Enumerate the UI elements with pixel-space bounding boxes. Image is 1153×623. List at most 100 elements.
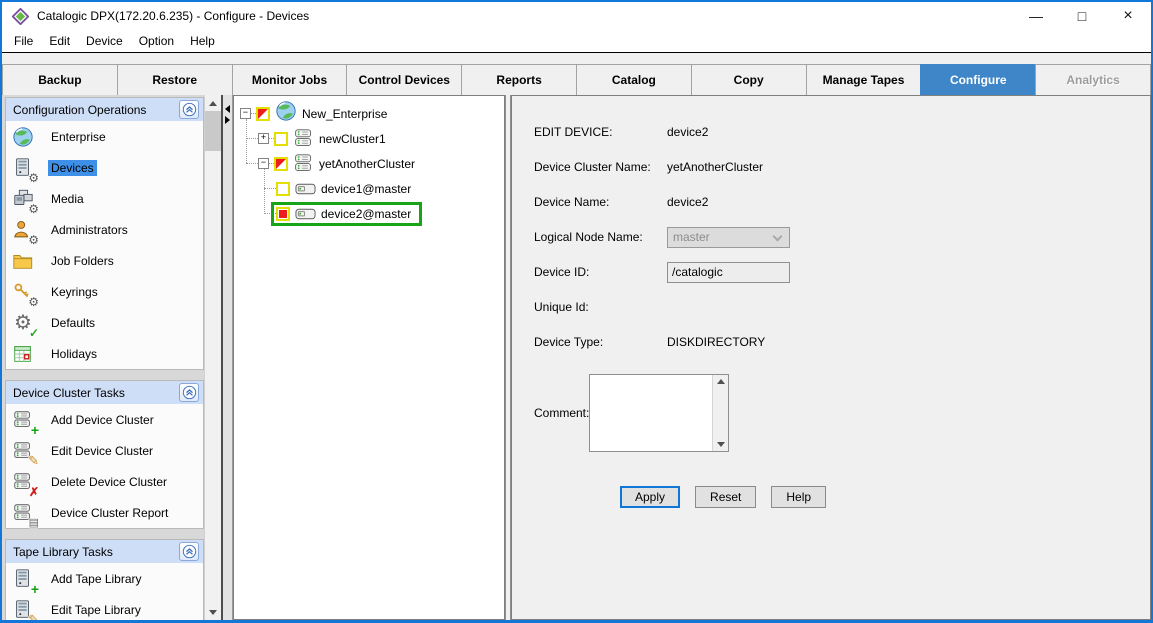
holidays-icon bbox=[14, 342, 40, 366]
close-button[interactable]: × bbox=[1105, 2, 1151, 30]
chevron-double-up-icon[interactable] bbox=[179, 542, 199, 561]
scroll-down-arrow-icon[interactable] bbox=[205, 604, 221, 620]
logical-node-name-select: master bbox=[667, 227, 790, 248]
chevron-double-up-icon[interactable] bbox=[179, 383, 199, 402]
scroll-up-arrow-icon[interactable] bbox=[205, 95, 221, 111]
sidebar-item-delete-device-cluster[interactable]: ✗Delete Device Cluster bbox=[6, 466, 203, 497]
tree-checkbox-partial[interactable] bbox=[256, 107, 270, 121]
sidebar-item-holidays[interactable]: Holidays bbox=[6, 338, 203, 369]
sidebar-item-enterprise[interactable]: Enterprise bbox=[6, 121, 203, 152]
form-title-label: EDIT DEVICE: bbox=[534, 125, 667, 139]
menu-edit[interactable]: Edit bbox=[41, 30, 78, 52]
tree-node-content: New_Enterprise bbox=[256, 100, 387, 127]
tree-row-newcluster1[interactable]: + newCluster1 bbox=[234, 126, 504, 151]
add-tape-library-icon: + bbox=[14, 567, 40, 591]
form-title-value: device2 bbox=[667, 125, 708, 139]
section-title: Configuration Operations bbox=[13, 103, 146, 117]
menu-file[interactable]: File bbox=[6, 30, 41, 52]
scroll-up-arrow-icon[interactable] bbox=[717, 379, 725, 384]
sidebar-section-device-cluster-tasks: Device Cluster Tasks+Add Device Cluster✎… bbox=[5, 380, 204, 529]
collapse-expander-icon[interactable]: − bbox=[258, 158, 269, 169]
job-folders-icon bbox=[14, 249, 40, 273]
tab-catalog[interactable]: Catalog bbox=[576, 64, 692, 95]
tree-checkbox-partial[interactable] bbox=[274, 157, 288, 171]
sidebar-item-label: Media bbox=[48, 191, 87, 207]
tree-node-content: device1@master bbox=[276, 182, 411, 196]
main-area: Configuration OperationsEnterprise⚙Devic… bbox=[2, 95, 1151, 620]
device-cluster-report-icon: ▤ bbox=[14, 501, 40, 525]
tab-copy[interactable]: Copy bbox=[691, 64, 807, 95]
sidebar-item-defaults[interactable]: ⚙✓Defaults bbox=[6, 307, 203, 338]
cluster-icon bbox=[293, 128, 314, 149]
window-controls: — □ × bbox=[1013, 2, 1151, 30]
section-title: Tape Library Tasks bbox=[13, 545, 113, 559]
tree-node-label[interactable]: newCluster1 bbox=[319, 132, 386, 146]
sidebar-item-label: Edit Device Cluster bbox=[48, 443, 156, 459]
comment-scrollbar[interactable] bbox=[712, 375, 728, 451]
sidebar-item-media[interactable]: ⚙Media bbox=[6, 183, 203, 214]
scroll-down-arrow-icon[interactable] bbox=[717, 442, 725, 447]
tree-checkbox-checked[interactable] bbox=[276, 207, 290, 221]
unique-id-label: Unique Id: bbox=[534, 300, 667, 314]
maximize-button[interactable]: □ bbox=[1059, 2, 1105, 30]
tree-node-label[interactable]: device1@master bbox=[321, 182, 411, 196]
scrollbar-track[interactable] bbox=[205, 111, 221, 604]
tab-analytics[interactable]: Analytics bbox=[1035, 64, 1151, 95]
sidebar-item-add-device-cluster[interactable]: +Add Device Cluster bbox=[6, 404, 203, 435]
help-button[interactable]: Help bbox=[771, 486, 826, 508]
sidebar-item-add-tape-library[interactable]: +Add Tape Library bbox=[6, 563, 203, 594]
device-icon bbox=[295, 183, 316, 195]
cluster-icon bbox=[293, 153, 314, 174]
section-header: Device Cluster Tasks bbox=[6, 381, 203, 404]
tree-row-yetanothercluster[interactable]: − yetAnotherCluster bbox=[234, 151, 504, 176]
device-name-value: device2 bbox=[667, 195, 708, 209]
chevron-double-up-icon[interactable] bbox=[179, 100, 199, 119]
task-sidebar: Configuration OperationsEnterprise⚙Devic… bbox=[2, 95, 204, 620]
reset-button[interactable]: Reset bbox=[695, 486, 756, 508]
menu-device[interactable]: Device bbox=[78, 30, 131, 52]
tab-reports[interactable]: Reports bbox=[461, 64, 577, 95]
sidebar-item-label: Devices bbox=[48, 160, 97, 176]
comment-textarea[interactable] bbox=[589, 374, 729, 452]
tree-row-device1-master[interactable]: device1@master bbox=[234, 176, 504, 201]
sidebar-item-label: Enterprise bbox=[48, 129, 109, 145]
device-id-input[interactable] bbox=[667, 262, 790, 283]
tree-node-label[interactable]: yetAnotherCluster bbox=[319, 157, 415, 171]
tab-backup[interactable]: Backup bbox=[2, 64, 118, 95]
tree-node-label[interactable]: New_Enterprise bbox=[302, 107, 387, 121]
tree-checkbox-unchecked[interactable] bbox=[276, 182, 290, 196]
globe-icon bbox=[14, 125, 40, 149]
sidebar-item-keyrings[interactable]: ⚙Keyrings bbox=[6, 276, 203, 307]
sidebar-item-label: Edit Tape Library bbox=[48, 602, 144, 618]
sidebar-item-edit-tape-library[interactable]: ✎Edit Tape Library bbox=[6, 594, 203, 620]
sidebar-item-administrators[interactable]: ⚙Administrators bbox=[6, 214, 203, 245]
tab-manage-tapes[interactable]: Manage Tapes bbox=[806, 64, 922, 95]
expand-expander-icon[interactable]: + bbox=[258, 133, 269, 144]
logical-node-name-selected: master bbox=[673, 230, 710, 244]
keyrings-icon: ⚙ bbox=[14, 280, 40, 304]
minimize-button[interactable]: — bbox=[1013, 2, 1059, 30]
tab-monitor-jobs[interactable]: Monitor Jobs bbox=[232, 64, 348, 95]
tab-restore[interactable]: Restore bbox=[117, 64, 233, 95]
menu-help[interactable]: Help bbox=[182, 30, 223, 52]
apply-button[interactable]: Apply bbox=[620, 486, 680, 508]
sidebar-item-job-folders[interactable]: Job Folders bbox=[6, 245, 203, 276]
tab-configure[interactable]: Configure bbox=[920, 64, 1036, 95]
tab-control-devices[interactable]: Control Devices bbox=[346, 64, 462, 95]
collapse-left-icon[interactable] bbox=[225, 105, 230, 113]
tree-row-device2-master[interactable]: device2@master bbox=[234, 201, 504, 226]
sidebar-item-devices[interactable]: ⚙Devices bbox=[6, 152, 203, 183]
window-title: Catalogic DPX(172.20.6.235) - Configure … bbox=[37, 9, 309, 23]
sidebar-item-device-cluster-report[interactable]: ▤Device Cluster Report bbox=[6, 497, 203, 528]
tree-row-new-enterprise[interactable]: − New_Enterprise bbox=[234, 101, 504, 126]
collapse-right-icon[interactable] bbox=[225, 116, 230, 124]
tree-checkbox-unchecked[interactable] bbox=[274, 132, 288, 146]
menu-option[interactable]: Option bbox=[131, 30, 182, 52]
app-logo-icon bbox=[12, 8, 29, 25]
collapse-expander-icon[interactable]: − bbox=[240, 108, 251, 119]
sidebar-item-edit-device-cluster[interactable]: ✎Edit Device Cluster bbox=[6, 435, 203, 466]
sidebar-splitter[interactable] bbox=[221, 95, 233, 620]
scrollbar-thumb[interactable] bbox=[205, 111, 221, 151]
sidebar-scrollbar[interactable] bbox=[204, 95, 221, 620]
tree-node-label[interactable]: device2@master bbox=[321, 207, 411, 221]
